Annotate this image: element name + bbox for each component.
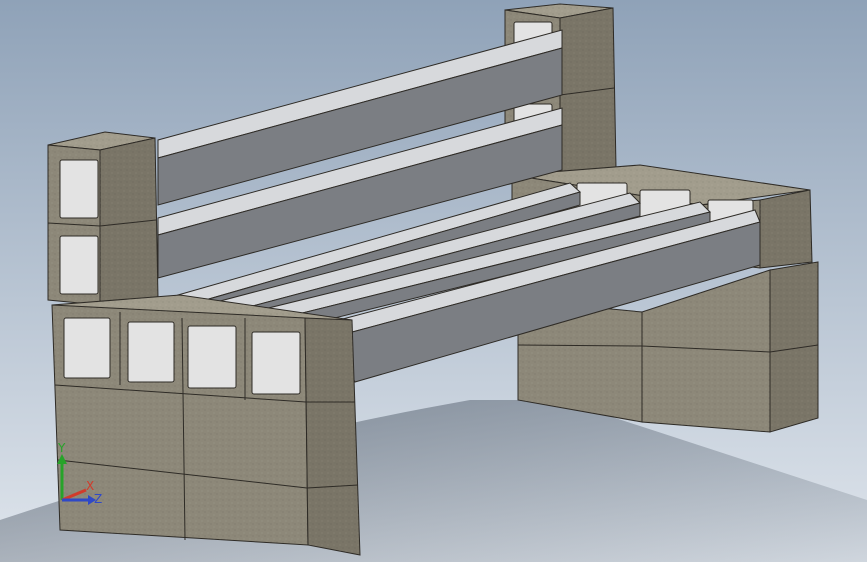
- cad-graphics-viewport[interactable]: Y X Z: [0, 0, 867, 562]
- left-leg-blocks[interactable]: [51, 294, 361, 556]
- x-axis-label: X: [86, 479, 94, 493]
- y-axis-label: Y: [57, 441, 66, 455]
- concrete-texture: [760, 190, 812, 268]
- concrete-texture: [560, 8, 616, 172]
- concrete-texture: [305, 318, 360, 555]
- concrete-texture: [770, 262, 818, 432]
- left-back-column[interactable]: [47, 131, 159, 306]
- bench-model-scene[interactable]: Y X Z: [0, 0, 867, 562]
- z-axis-label: Z: [94, 492, 102, 506]
- concrete-texture: [100, 138, 158, 305]
